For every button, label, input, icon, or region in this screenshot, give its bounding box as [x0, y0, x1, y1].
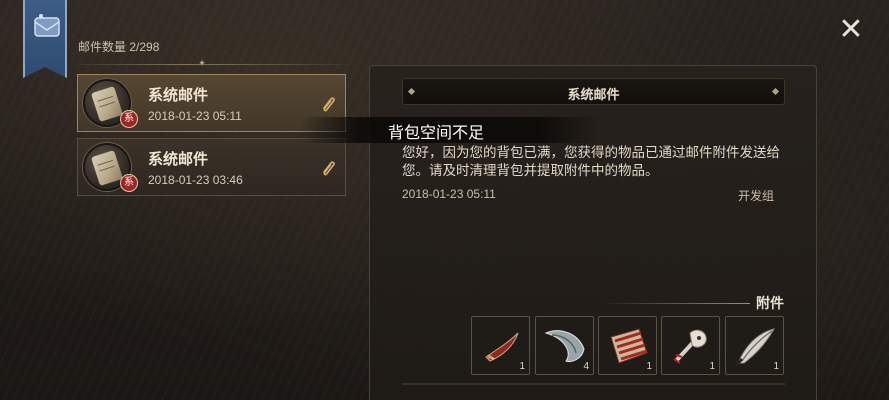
crescent-shield-icon	[544, 330, 585, 362]
striped-cloth-icon	[610, 328, 648, 364]
divider-ornament-icon: ✦	[198, 59, 206, 69]
attachments-divider	[600, 303, 750, 304]
curved-blade-icon	[485, 332, 519, 362]
close-button[interactable]: ✕	[836, 15, 866, 46]
mail-time: 2018-01-23 05:11	[148, 109, 242, 123]
attachment-slot[interactable]: 1	[598, 316, 657, 375]
system-badge: 系	[120, 110, 138, 128]
attachment-qty: 1	[709, 361, 715, 372]
detail-time: 2018-01-23 05:11	[402, 187, 496, 201]
sender-name: 开发组	[738, 189, 775, 203]
attachment-slot[interactable]: 4	[535, 316, 594, 375]
paperclip-icon	[323, 161, 335, 176]
mail-title: 系统邮件	[148, 86, 209, 104]
scroll-icon	[90, 86, 124, 122]
attachment-slot[interactable]: 1	[725, 316, 784, 375]
mailbox-emblem-icon	[34, 14, 60, 37]
mail-title: 系统邮件	[148, 150, 209, 168]
guild-banner	[23, 0, 67, 78]
bone-skull-icon	[673, 329, 707, 364]
mail-item[interactable]: 系 系统邮件 2018-01-23 03:46	[77, 138, 346, 196]
mail-count-label: 邮件数量	[78, 40, 127, 54]
attachment-slot[interactable]: 1	[471, 316, 530, 375]
inventory-full-tooltip: 背包空间不足	[388, 123, 485, 142]
panel-bottom-divider	[402, 383, 785, 385]
paperclip-icon	[323, 97, 335, 112]
attachment-qty: 1	[519, 361, 525, 372]
attachment-qty: 4	[583, 361, 589, 372]
mail-time: 2018-01-23 03:46	[148, 173, 243, 187]
mail-count: 邮件数量 2/298	[78, 38, 159, 55]
feather-claw-icon	[734, 328, 776, 367]
system-badge: 系	[120, 174, 138, 192]
mail-body: 您好，因为您的背包已满，您获得的物品已通过邮件附件发送给您。请及时清理背包并提取…	[402, 145, 780, 179]
detail-title: 系统邮件	[567, 88, 620, 103]
scroll-icon	[90, 150, 124, 186]
detail-header: 系统邮件	[402, 78, 785, 105]
close-icon: ✕	[838, 12, 864, 47]
attachments-label: 附件	[756, 296, 784, 312]
attachment-slot[interactable]: 1	[661, 316, 720, 375]
attachment-qty: 1	[773, 361, 779, 372]
list-divider: ✦	[76, 60, 350, 69]
attachment-qty: 1	[646, 361, 652, 372]
mail-count-value: 2/298	[129, 40, 160, 54]
